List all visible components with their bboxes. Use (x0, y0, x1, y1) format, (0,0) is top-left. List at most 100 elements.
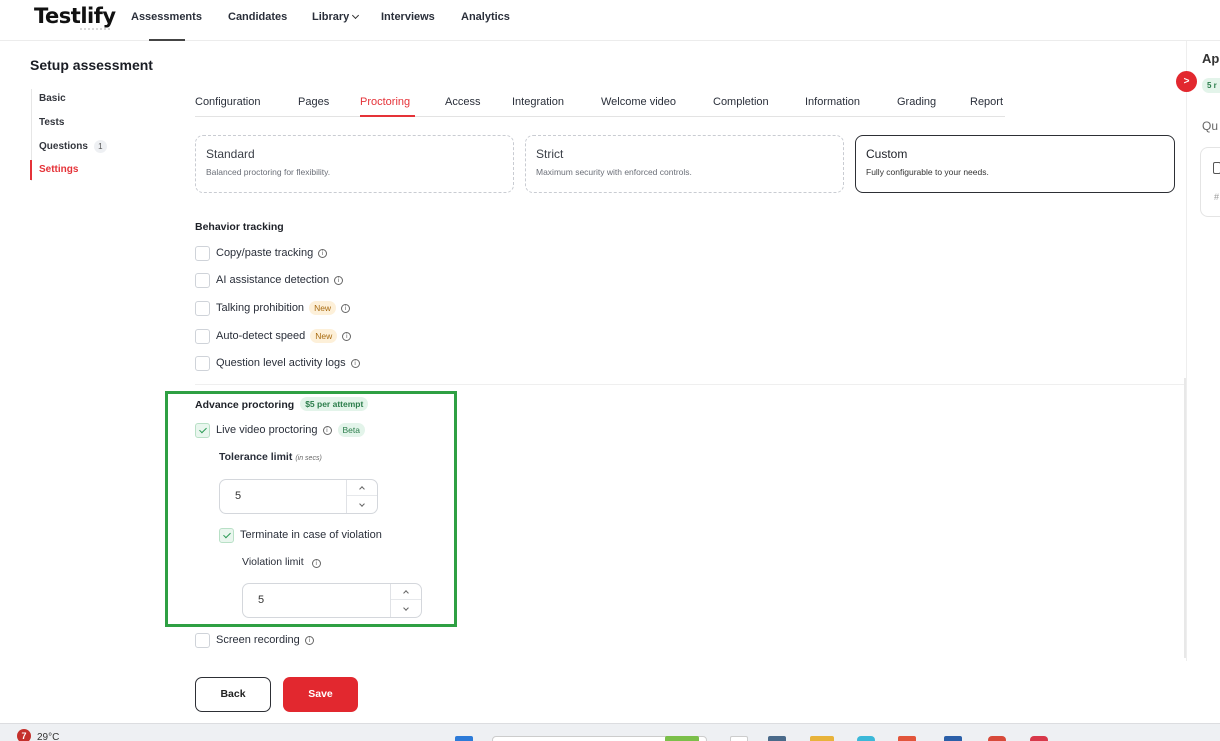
windows-start-icon[interactable] (455, 736, 473, 741)
page-title: Setup assessment (30, 57, 153, 73)
taskbar-app-icon[interactable] (665, 736, 699, 741)
taskbar-app-icon[interactable] (898, 736, 916, 741)
taskbar-app-icon[interactable] (857, 736, 875, 741)
info-icon[interactable]: i (304, 635, 314, 645)
nav-library-label: Library (312, 11, 350, 23)
tab-integration[interactable]: Integration (512, 96, 564, 108)
tab-information[interactable]: Information (805, 96, 860, 108)
sidebar-item-basic[interactable]: Basic (39, 93, 66, 104)
decrement-button[interactable] (347, 497, 377, 513)
info-icon[interactable]: i (342, 331, 352, 341)
right-panel-section-title: Qu (1202, 119, 1219, 133)
beta-badge: Beta (337, 423, 366, 437)
info-icon[interactable]: i (318, 248, 328, 258)
taskbar-app-icon[interactable] (1030, 736, 1048, 741)
taskbar-app-icon[interactable] (730, 736, 748, 741)
tolerance-limit-stepper[interactable]: 5 (219, 479, 378, 514)
chevron-up-icon (403, 589, 409, 596)
section-divider (195, 384, 1185, 385)
nav-interviews[interactable]: Interviews (381, 11, 435, 23)
auto-detect-speed-checkbox[interactable] (195, 328, 210, 344)
option-label: Talking prohibition (216, 302, 305, 314)
mode-title: Standard (206, 147, 255, 161)
screen-recording-checkbox[interactable] (195, 632, 210, 648)
tab-proctoring[interactable]: Proctoring (360, 96, 410, 108)
talking-prohibition-checkbox[interactable] (195, 300, 210, 316)
question-activity-logs-row: Question level activity logs i (195, 355, 360, 371)
price-badge: $5 per attempt (300, 397, 369, 411)
auto-detect-speed-row: Auto-detect speed New i (195, 328, 352, 344)
decrement-button[interactable] (391, 601, 421, 617)
sidebar-item-settings[interactable]: Settings (39, 164, 78, 175)
nav-assessments[interactable]: Assessments (131, 11, 202, 23)
sidebar-item-tests[interactable]: Tests (39, 117, 64, 128)
folder-icon[interactable] (810, 736, 834, 741)
tolerance-limit-text: Tolerance limit (219, 451, 293, 463)
calendar-icon[interactable] (944, 736, 962, 741)
tolerance-limit-label: Tolerance limit (in secs) (219, 451, 322, 463)
top-navigation: Testlify Assessments Candidates Library … (0, 0, 1220, 41)
chrome-icon[interactable] (988, 736, 1006, 741)
option-label: Question level activity logs (216, 357, 346, 369)
live-video-proctoring-checkbox[interactable] (195, 422, 210, 438)
save-button[interactable]: Save (283, 677, 358, 712)
sidebar-item-label: Questions (39, 141, 88, 152)
tabs-divider (195, 116, 1005, 117)
option-label: Terminate in case of violation (240, 529, 382, 541)
tab-access[interactable]: Access (445, 96, 480, 108)
expand-panel-button[interactable]: > (1176, 71, 1197, 92)
question-activity-logs-checkbox[interactable] (195, 355, 210, 371)
tolerance-limit-value[interactable]: 5 (235, 490, 241, 502)
behavior-tracking-title: Behavior tracking (195, 221, 284, 233)
info-icon[interactable]: i (341, 303, 351, 313)
violation-limit-text: Violation limit (242, 556, 304, 568)
scrollbar[interactable] (1184, 378, 1186, 658)
option-label: Screen recording (216, 634, 300, 646)
back-button[interactable]: Back (195, 677, 271, 712)
nav-library[interactable]: Library (312, 11, 360, 23)
ai-assistance-detection-checkbox[interactable] (195, 272, 210, 288)
tab-pages[interactable]: Pages (298, 96, 329, 108)
new-badge: New (310, 329, 338, 343)
tab-report[interactable]: Report (970, 96, 1003, 108)
chevron-down-icon (352, 11, 360, 20)
new-badge: New (309, 301, 337, 315)
advance-proctoring-title: Advance proctoring $5 per attempt (195, 397, 369, 412)
info-icon[interactable]: i (350, 358, 360, 368)
sidebar-active-indicator (30, 160, 32, 180)
right-panel-card[interactable]: # (1200, 147, 1220, 217)
copy-paste-tracking-checkbox[interactable] (195, 245, 210, 261)
info-icon[interactable]: i (322, 425, 332, 435)
mode-description: Maximum security with enforced controls. (536, 167, 692, 177)
chevron-down-icon (403, 605, 409, 611)
tab-grading[interactable]: Grading (897, 96, 936, 108)
weather-badge[interactable]: 7 (17, 729, 31, 741)
increment-button[interactable] (347, 480, 377, 496)
mode-card-strict[interactable]: Strict Maximum security with enforced co… (525, 135, 844, 193)
tab-configuration[interactable]: Configuration (195, 96, 260, 108)
terminate-violation-checkbox[interactable] (219, 527, 234, 543)
sidebar-item-questions[interactable]: Questions 1 (39, 140, 107, 153)
tab-completion[interactable]: Completion (713, 96, 769, 108)
tab-welcome-video[interactable]: Welcome video (601, 96, 676, 108)
testlify-logo[interactable]: Testlify (34, 4, 116, 28)
talking-prohibition-row: Talking prohibition New i (195, 300, 351, 316)
increment-button[interactable] (391, 584, 421, 600)
nav-active-indicator (149, 39, 185, 41)
screen-recording-row: Screen recording i (195, 632, 314, 648)
info-icon[interactable]: i (311, 559, 321, 568)
terminate-violation-row: Terminate in case of violation (219, 527, 382, 543)
violation-limit-value[interactable]: 5 (258, 594, 264, 606)
mode-card-standard[interactable]: Standard Balanced proctoring for flexibi… (195, 135, 514, 193)
mode-description: Balanced proctoring for flexibility. (206, 167, 331, 177)
tolerance-limit-hint: (in secs) (295, 455, 322, 462)
live-video-proctoring-row: Live video proctoring i Beta (195, 422, 366, 438)
nav-candidates[interactable]: Candidates (228, 11, 287, 23)
violation-limit-stepper[interactable]: 5 (242, 583, 422, 618)
mode-card-custom[interactable]: Custom Fully configurable to your needs. (855, 135, 1175, 193)
taskbar-app-icon[interactable] (768, 736, 786, 741)
advance-proctoring-label: Advance proctoring (195, 399, 295, 411)
info-icon[interactable]: i (334, 275, 344, 285)
document-icon (1213, 162, 1220, 174)
nav-analytics[interactable]: Analytics (461, 11, 510, 23)
